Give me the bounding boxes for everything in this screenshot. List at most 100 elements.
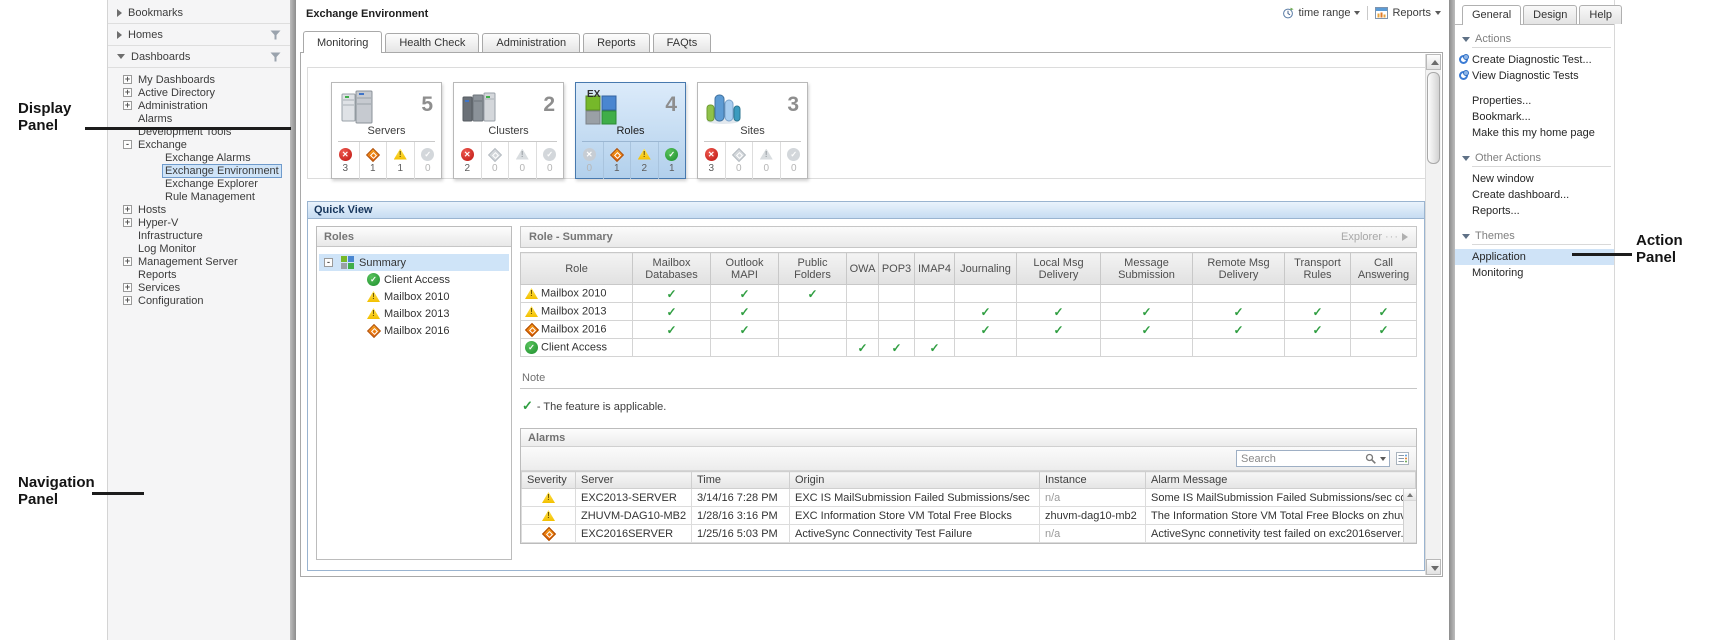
nav-tree-item[interactable]: + Services: [108, 281, 290, 294]
tile-status[interactable]: 3: [332, 142, 359, 179]
feature-column-header[interactable]: Public Folders: [779, 253, 847, 285]
nav-tree-item[interactable]: + Active Directory: [108, 86, 290, 99]
tile-status[interactable]: 0: [780, 142, 808, 179]
action-item[interactable]: Bookmark...: [1455, 109, 1614, 125]
section-header[interactable]: Other Actions: [1455, 149, 1614, 166]
tree-expander-icon[interactable]: +: [123, 205, 132, 214]
nav-section-homes[interactable]: Homes: [108, 24, 290, 46]
action-item[interactable]: View Diagnostic Tests: [1455, 68, 1614, 84]
action-panel-tab[interactable]: General: [1462, 5, 1521, 25]
tree-expander-icon[interactable]: -: [123, 140, 132, 149]
nav-section-dashboards[interactable]: Dashboards: [108, 46, 290, 68]
search-icon[interactable]: [1365, 453, 1377, 465]
nav-tree-item[interactable]: Rule Management: [108, 190, 290, 203]
theme-item[interactable]: Monitoring: [1455, 265, 1614, 281]
dashboard-tab[interactable]: Health Check: [385, 33, 479, 52]
search-input[interactable]: [1241, 453, 1362, 465]
feature-column-header[interactable]: POP3: [879, 253, 915, 285]
feature-row[interactable]: Mailbox 2016 ✓ ✓ ✓ ✓ ✓: [521, 321, 1417, 339]
scroll-up-icon[interactable]: [1404, 489, 1416, 501]
alarm-column-header[interactable]: Time: [692, 472, 790, 489]
feature-column-header[interactable]: Journaling: [955, 253, 1017, 285]
nav-tree-item[interactable]: + Configuration: [108, 294, 290, 307]
nav-tree-item[interactable]: - Exchange: [108, 138, 290, 151]
time-range-control[interactable]: time range: [1282, 7, 1360, 19]
tile-roles[interactable]: EX 4 Roles 0 1: [575, 82, 686, 179]
nav-tree-item[interactable]: + My Dashboards: [108, 73, 290, 86]
tile-status[interactable]: 2: [454, 142, 481, 179]
tree-expander-icon[interactable]: +: [123, 283, 132, 292]
tile-status[interactable]: 0: [481, 142, 509, 179]
tile-status[interactable]: 0: [752, 142, 780, 179]
tile-status[interactable]: 1: [359, 142, 387, 179]
role-tree-item[interactable]: Mailbox 2016: [319, 322, 509, 339]
alarm-column-header[interactable]: Severity: [522, 472, 576, 489]
tile-status[interactable]: 1: [658, 142, 686, 179]
tree-expander-icon[interactable]: +: [123, 218, 132, 227]
tile-status[interactable]: 1: [603, 142, 631, 179]
explorer-link[interactable]: Explorer ···: [1341, 231, 1408, 243]
tree-expander-icon[interactable]: +: [123, 101, 132, 110]
nav-tree-item[interactable]: + Hosts: [108, 203, 290, 216]
nav-tree-item[interactable]: Alarms: [108, 112, 290, 125]
tile-status[interactable]: 0: [725, 142, 753, 179]
nav-section-bookmarks[interactable]: Bookmarks: [108, 2, 290, 24]
feature-column-header[interactable]: Role: [521, 253, 633, 285]
nav-tree-item[interactable]: Reports: [108, 268, 290, 281]
tree-expander-icon[interactable]: -: [324, 258, 333, 267]
action-item[interactable]: Make this my home page: [1455, 125, 1614, 141]
nav-tree-item[interactable]: + Administration: [108, 99, 290, 112]
alarms-scrollbar[interactable]: [1403, 489, 1416, 542]
dashboard-tab[interactable]: FAQts: [653, 33, 712, 52]
alarm-column-header[interactable]: Origin: [790, 472, 1040, 489]
action-item[interactable]: Reports...: [1455, 203, 1614, 219]
vertical-scrollbar[interactable]: [1425, 54, 1441, 575]
action-item[interactable]: Create Diagnostic Test...: [1455, 52, 1614, 68]
action-panel-tab[interactable]: Help: [1579, 5, 1622, 24]
tile-status[interactable]: 3: [698, 142, 725, 179]
section-header[interactable]: Actions: [1455, 30, 1614, 47]
feature-column-header[interactable]: Outlook MAPI: [711, 253, 779, 285]
tree-expander-icon[interactable]: +: [123, 257, 132, 266]
feature-column-header[interactable]: Mailbox Databases: [633, 253, 711, 285]
nav-tree-item[interactable]: Exchange Explorer: [108, 177, 290, 190]
action-item[interactable]: Create dashboard...: [1455, 187, 1614, 203]
section-header[interactable]: Themes: [1455, 227, 1614, 244]
scroll-up-button[interactable]: [1426, 54, 1441, 70]
filter-funnel-icon[interactable]: [270, 52, 281, 62]
action-item[interactable]: New window: [1455, 171, 1614, 187]
alarm-row[interactable]: ZHUVM-DAG10-MB2 1/28/16 3:16 PM EXC Info…: [522, 507, 1416, 525]
feature-column-header[interactable]: Local Msg Delivery: [1017, 253, 1101, 285]
alarm-column-header[interactable]: Server: [576, 472, 692, 489]
action-item[interactable]: Properties...: [1455, 93, 1614, 109]
alarm-column-header[interactable]: Alarm Message: [1146, 472, 1416, 489]
dashboard-tab[interactable]: Reports: [583, 33, 650, 52]
role-tree-item[interactable]: Mailbox 2013: [319, 305, 509, 322]
feature-column-header[interactable]: Transport Rules: [1285, 253, 1351, 285]
feature-column-header[interactable]: IMAP4: [915, 253, 955, 285]
nav-tree-item[interactable]: Exchange Environment: [108, 164, 290, 177]
theme-item[interactable]: Application: [1455, 249, 1614, 265]
tile-clusters[interactable]: 2 Clusters 2 0: [453, 82, 564, 179]
tile-sites[interactable]: 3 Sites 3 0: [697, 82, 808, 179]
nav-tree-item[interactable]: + Hyper-V: [108, 216, 290, 229]
nav-tree-item[interactable]: + Management Server: [108, 255, 290, 268]
role-tree-item[interactable]: Client Access: [319, 271, 509, 288]
chevron-down-icon[interactable]: [1380, 457, 1386, 461]
feature-row[interactable]: Client Access ✓ ✓ ✓: [521, 339, 1417, 357]
alarm-column-header[interactable]: Instance: [1040, 472, 1146, 489]
scrollbar-thumb[interactable]: [1427, 72, 1440, 164]
feature-column-header[interactable]: Call Answering: [1351, 253, 1417, 285]
tree-expander-icon[interactable]: +: [123, 296, 132, 305]
reports-control[interactable]: Reports: [1375, 7, 1441, 19]
feature-row[interactable]: Mailbox 2013 ✓ ✓ ✓ ✓ ✓: [521, 303, 1417, 321]
role-tree-item[interactable]: - Summary: [319, 254, 509, 271]
tile-status[interactable]: 0: [508, 142, 536, 179]
feature-column-header[interactable]: Message Submission: [1101, 253, 1193, 285]
tree-expander-icon[interactable]: +: [123, 88, 132, 97]
table-customizer-icon[interactable]: [1396, 452, 1409, 465]
tree-expander-icon[interactable]: +: [123, 75, 132, 84]
tile-status[interactable]: 1: [386, 142, 414, 179]
nav-tree-item[interactable]: Log Monitor: [108, 242, 290, 255]
alarm-row[interactable]: EXC2016SERVER 1/25/16 5:03 PM ActiveSync…: [522, 525, 1416, 543]
